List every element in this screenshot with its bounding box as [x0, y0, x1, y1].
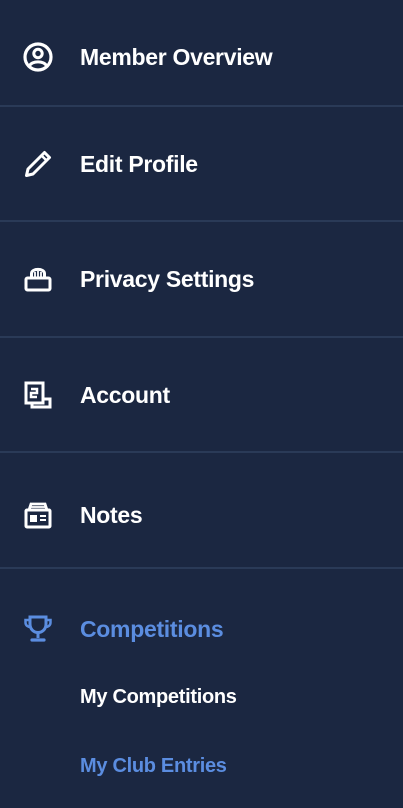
sidebar-item-privacy-settings[interactable]: Privacy Settings — [0, 222, 403, 336]
sidebar-item-label: Notes — [80, 501, 143, 528]
divider — [0, 567, 403, 569]
sidebar-item-competitions[interactable]: Competitions — [0, 572, 403, 686]
sidebar-item-label: Privacy Settings — [80, 265, 255, 292]
sidebar-item-member-overview[interactable]: Member Overview — [0, 0, 403, 114]
sidebar-item-edit-profile[interactable]: Edit Profile — [0, 107, 403, 221]
account-card-icon — [22, 379, 54, 411]
pencil-icon — [22, 148, 54, 180]
sidebar-item-notes[interactable]: Notes — [0, 458, 403, 572]
divider — [0, 451, 403, 453]
lock-icon — [22, 263, 54, 295]
sidebar-item-account[interactable]: Account — [0, 338, 403, 452]
user-circle-icon — [22, 41, 54, 73]
sub-item-my-club-entries[interactable]: My Club Entries — [80, 755, 227, 778]
sidebar-item-label: Competitions — [80, 615, 224, 642]
sidebar-item-label: Edit Profile — [80, 150, 198, 177]
notes-box-icon — [22, 499, 54, 531]
sub-item-my-competitions[interactable]: My Competitions — [80, 686, 237, 709]
sidebar-item-label: Account — [80, 381, 170, 408]
sidebar-item-label: Member Overview — [80, 43, 273, 70]
account-sidebar: Member Overview Edit Profile Privacy Set… — [0, 0, 403, 808]
trophy-icon — [22, 613, 54, 645]
